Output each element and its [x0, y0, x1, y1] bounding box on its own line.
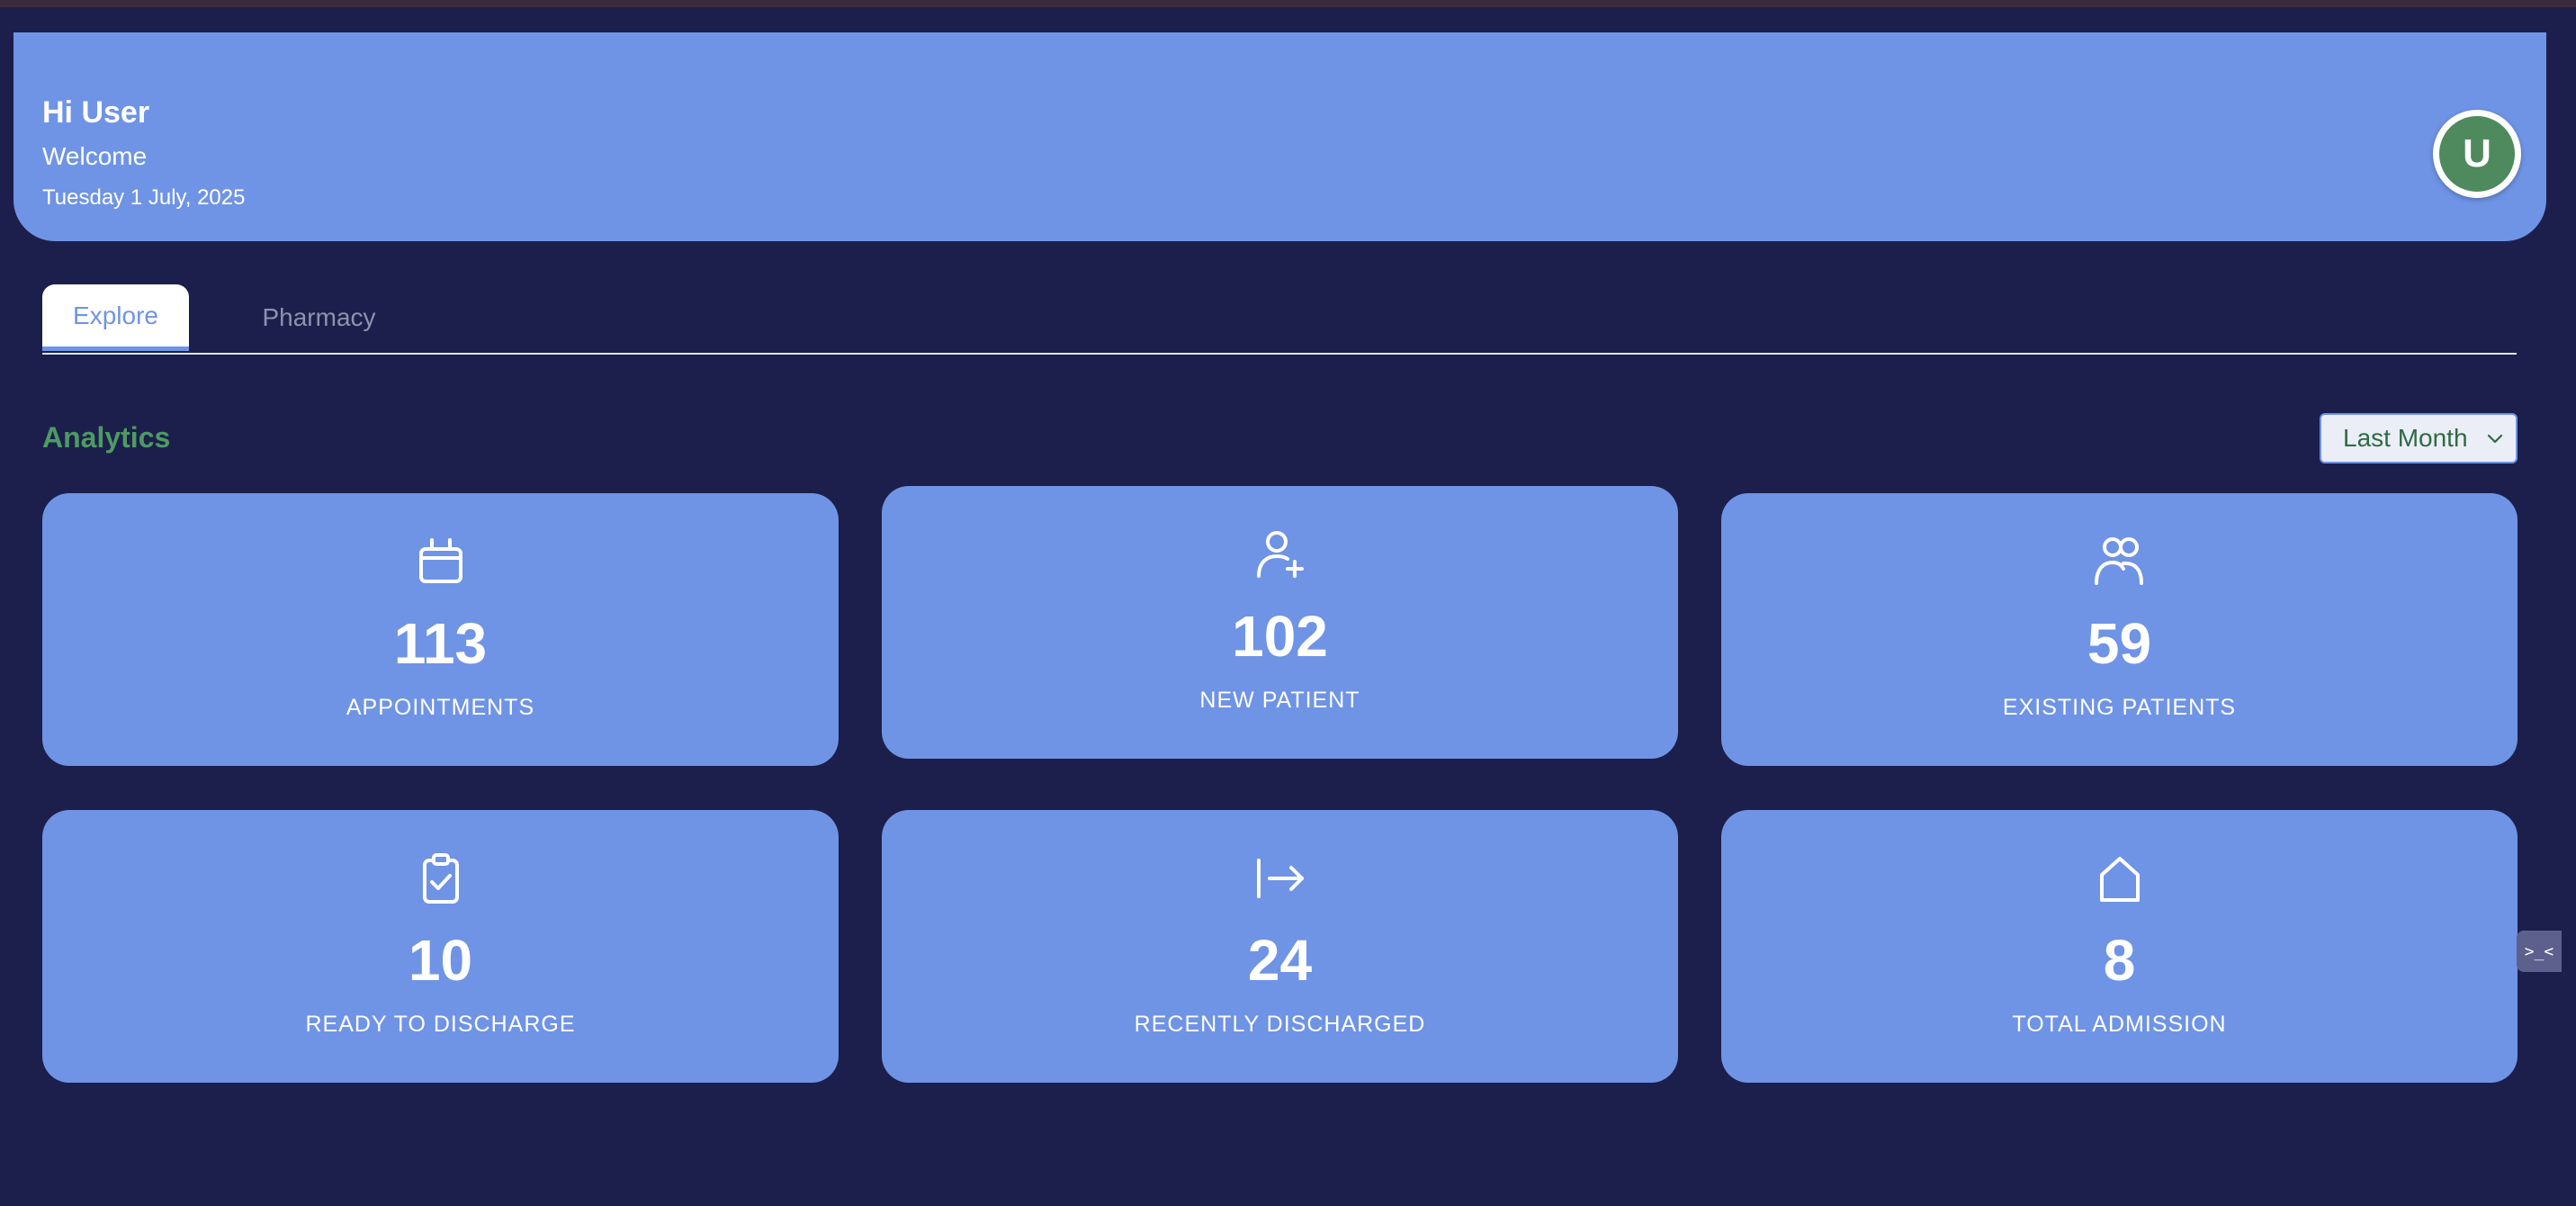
stat-card-recently-discharged[interactable]: 24 RECENTLY DISCHARGED — [882, 810, 1678, 1083]
stat-card-existing-patients[interactable]: 59 EXISTING PATIENTS — [1721, 493, 2518, 766]
analytics-heading: Analytics — [42, 421, 171, 454]
window-top-strip — [0, 0, 2576, 7]
tab-bar: Explore Pharmacy — [42, 284, 2517, 355]
welcome-header: Hi User Welcome Tuesday 1 July, 2025 U — [13, 32, 2546, 241]
stat-value: 8 — [2103, 928, 2136, 993]
period-select-value: Last Month — [2343, 424, 2468, 452]
current-date: Tuesday 1 July, 2025 — [42, 185, 246, 210]
user-add-icon — [1256, 531, 1304, 578]
stat-label: TOTAL ADMISSION — [2012, 1012, 2227, 1037]
tab-explore[interactable]: Explore — [42, 284, 189, 351]
greeting-title: Hi User — [42, 95, 150, 130]
tab-pharmacy[interactable]: Pharmacy — [204, 284, 434, 351]
stat-card-appointments[interactable]: 113 APPOINTMENTS — [42, 493, 839, 766]
stat-label: READY TO DISCHARGE — [305, 1012, 576, 1037]
welcome-text: Welcome — [42, 142, 148, 170]
chevron-down-icon — [2487, 434, 2503, 444]
stat-card-total-admission[interactable]: 8 TOTAL ADMISSION — [1721, 810, 2518, 1083]
stat-label: NEW PATIENT — [1199, 688, 1360, 713]
stat-card-new-patient[interactable]: 102 NEW PATIENT — [882, 486, 1678, 759]
clipboard-check-icon — [422, 853, 459, 904]
period-select[interactable]: Last Month — [2320, 413, 2518, 464]
user-avatar[interactable]: U — [2433, 110, 2521, 198]
stat-value: 113 — [393, 611, 488, 676]
users-icon — [2094, 537, 2143, 585]
arrow-exit-icon — [1256, 859, 1304, 898]
stat-label: EXISTING PATIENTS — [2002, 695, 2237, 720]
stat-value: 24 — [1247, 928, 1313, 993]
stat-label: APPOINTMENTS — [346, 695, 535, 720]
stat-value: 59 — [2087, 611, 2152, 676]
stat-label: RECENTLY DISCHARGED — [1134, 1012, 1426, 1037]
side-widget-tab[interactable]: >_< — [2517, 931, 2562, 972]
stat-value: 10 — [408, 928, 473, 993]
stat-value: 102 — [1232, 604, 1328, 669]
stat-card-ready-to-discharge[interactable]: 10 READY TO DISCHARGE — [42, 810, 839, 1083]
calendar-icon — [418, 538, 462, 583]
house-icon — [2099, 857, 2140, 902]
